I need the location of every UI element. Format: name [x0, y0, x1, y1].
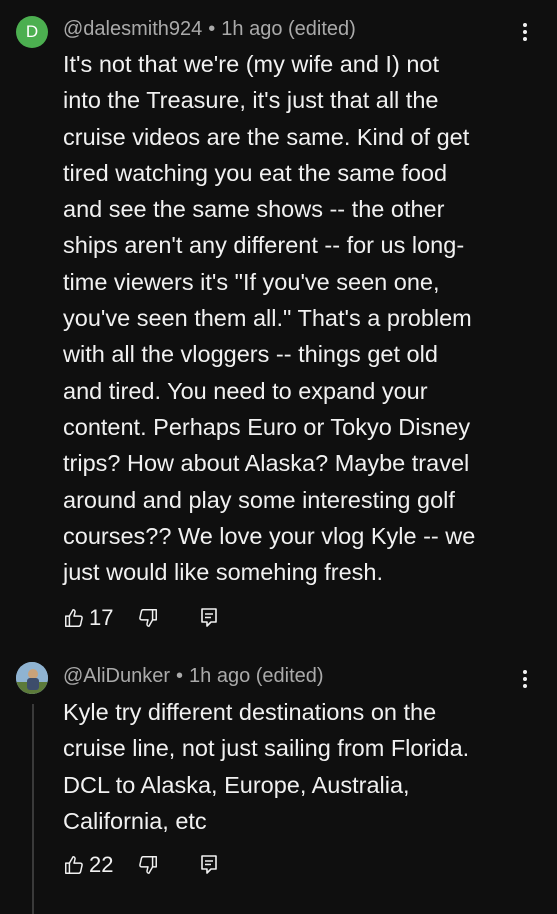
thumbs-up-icon[interactable] [63, 607, 85, 629]
thread-line [32, 704, 34, 914]
comment-time: 1h ago (edited) [221, 18, 356, 40]
thumbs-down-icon[interactable] [137, 607, 159, 629]
dislike-button[interactable] [137, 607, 159, 629]
more-vertical-icon[interactable] [515, 18, 535, 46]
username[interactable]: @dalesmith924 [63, 18, 202, 40]
like-button[interactable]: 17 [63, 605, 113, 631]
reply-icon[interactable] [199, 607, 219, 629]
dislike-button[interactable] [137, 854, 159, 876]
comment-header: @dalesmith924 • 1h ago (edited) [63, 18, 507, 41]
username[interactable]: @AliDunker [63, 665, 170, 687]
more-vertical-icon[interactable] [515, 665, 535, 693]
comment-time: 1h ago (edited) [189, 665, 324, 687]
like-count: 17 [89, 605, 114, 630]
avatar-image [16, 662, 48, 694]
thumbs-up-icon[interactable] [63, 854, 85, 876]
comment-text: It's not that we're (my wife and I) not … [63, 51, 476, 586]
avatar[interactable]: D [16, 16, 48, 48]
reply-button[interactable] [199, 607, 219, 629]
avatar[interactable] [16, 662, 48, 694]
comment-header: @AliDunker • 1h ago (edited) [63, 665, 507, 688]
comment-actions: 22 [63, 850, 219, 880]
separator-dot: • [208, 18, 216, 40]
like-count: 22 [89, 852, 114, 877]
like-button[interactable]: 22 [63, 852, 113, 878]
thumbs-down-icon[interactable] [137, 854, 159, 876]
comment-text: Kyle try different destinations on the c… [63, 699, 470, 834]
avatar-letter: D [25, 22, 39, 41]
reply-icon[interactable] [199, 854, 219, 876]
separator-dot: • [176, 665, 184, 687]
comment-actions: 17 [63, 603, 219, 633]
reply-button[interactable] [199, 854, 219, 876]
